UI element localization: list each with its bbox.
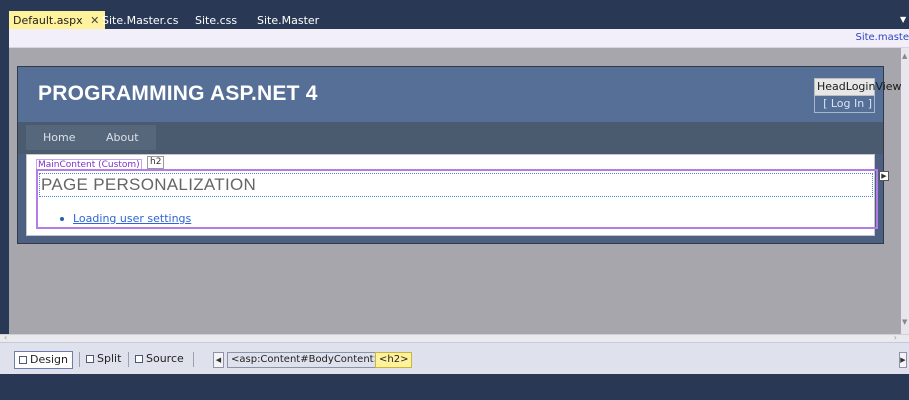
scroll-down-icon[interactable]: ▼ [902,318,907,326]
menu-item-home[interactable]: Home [26,125,93,150]
breadcrumb-next-icon[interactable]: ▶ [899,352,907,368]
document-tab-strip: Default.aspx ✕ Site.Master.cs Site.css S… [0,0,909,30]
tab-label: Site.css [195,14,238,27]
view-toolbar: Design Split Source ◀ <asp:Content#BodyC… [0,342,909,374]
tab-site-master-cs[interactable]: Site.Master.cs [98,11,184,30]
tab-label: Site.Master.cs [102,14,179,27]
tab-site-master[interactable]: Site.Master [253,11,325,30]
scroll-up-icon[interactable]: ▲ [902,52,907,60]
source-label: Source [146,352,184,365]
main-content-area: MainContent (Custom) h2 PAGE PERSONALIZA… [26,154,889,236]
horizontal-scrollbar[interactable]: ‹ › [0,333,909,342]
source-view-button[interactable]: Source [131,351,188,369]
site-title: PROGRAMMING ASP.NET 4 [38,82,318,105]
tab-default-aspx[interactable]: Default.aspx ✕ [9,11,106,30]
tab-label: Default.aspx [13,14,83,27]
login-view-control[interactable]: HeadLoginView [ Log In ] [814,78,902,113]
scroll-left-icon[interactable]: ‹ [4,333,7,342]
login-link[interactable]: [ Log In ] [814,96,875,113]
design-label: Design [30,353,68,366]
page-preview: PROGRAMMING ASP.NET 4 HeadLoginView [ Lo… [17,66,902,244]
split-label: Split [97,352,122,365]
loading-user-settings-link[interactable]: Loading user settings [73,212,191,225]
content-region[interactable]: PAGE PERSONALIZATION Loading user settin… [36,169,878,229]
breadcrumb-content[interactable]: <asp:Content#BodyContent> [227,352,386,368]
nav-menu: Home About [18,122,883,154]
page-heading: PAGE PERSONALIZATION [41,175,257,194]
scroll-right-icon[interactable]: › [894,333,897,342]
design-icon [19,356,27,364]
source-icon [135,355,143,363]
list-item: Loading user settings [60,212,191,225]
login-view-label: HeadLoginView [814,78,902,96]
divider [193,352,194,367]
chevron-down-icon[interactable]: ▼ [900,13,908,27]
vertical-scrollbar[interactable]: ▲ ▼ [901,48,909,342]
divider [128,352,129,367]
breadcrumb-prev-icon[interactable]: ◀ [213,352,224,368]
divider [79,352,80,367]
bullet-icon [60,217,64,221]
status-bar [0,374,909,400]
menu-item-about[interactable]: About [89,125,156,150]
split-view-button[interactable]: Split [82,351,125,369]
master-page-bar: Site.maste [9,29,909,48]
breadcrumb-h2[interactable]: <h2> [375,352,413,368]
page-header: PROGRAMMING ASP.NET 4 HeadLoginView [ Lo… [18,67,902,122]
visual-studio-designer: Default.aspx ✕ Site.Master.cs Site.css S… [0,0,909,400]
tab-site-css[interactable]: Site.css [191,11,243,30]
design-surface: Site.maste PROGRAMMING ASP.NET 4 HeadLog… [9,29,909,342]
design-view-button[interactable]: Design [14,351,73,369]
split-icon [86,355,94,363]
h2-element-tag[interactable]: h2 [147,156,165,169]
tab-label: Site.Master [257,14,320,27]
master-page-link[interactable]: Site.maste [855,32,909,43]
h2-selection-box[interactable]: PAGE PERSONALIZATION [39,173,873,197]
smart-tag-arrow-icon[interactable]: ▶ [879,171,889,181]
